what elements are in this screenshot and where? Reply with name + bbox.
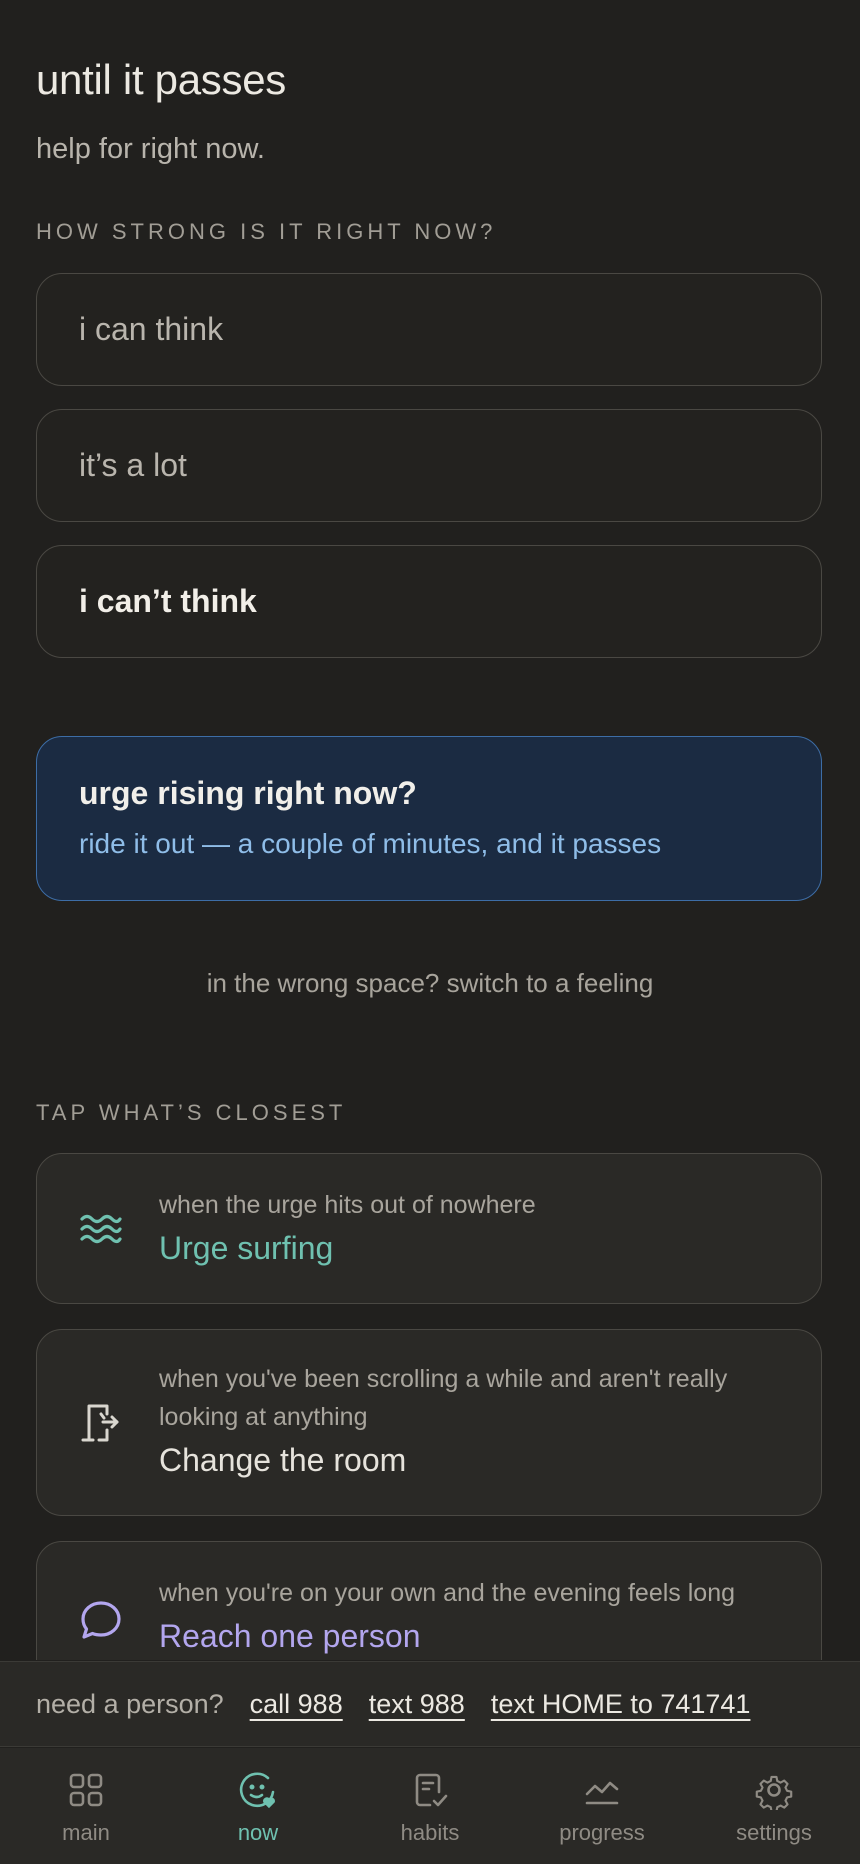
tools-section-label: TAP WHAT’S CLOSEST — [36, 1100, 347, 1125]
tab-label: main — [62, 1820, 110, 1845]
tab-progress[interactable]: progress — [516, 1748, 688, 1864]
strength-option-a-lot[interactable]: it’s a lot — [36, 409, 822, 522]
tool-name: Change the room — [159, 1442, 407, 1478]
tool-card-change-the-room[interactable]: when you've been scrolling a while and a… — [36, 1329, 822, 1516]
tab-label: now — [237, 1820, 279, 1845]
tool-card-reach-one-person[interactable]: when you're on your own and the evening … — [36, 1541, 822, 1660]
strength-option-can-think[interactable]: i can think — [36, 273, 822, 386]
now-screen: until it passes help for right now. HOW … — [0, 0, 860, 1660]
tab-now[interactable]: now — [172, 1748, 344, 1864]
tool-hint: when you're on your own and the evening … — [159, 1579, 736, 1607]
bottom-tab-bar: main now habits progress settings — [0, 1748, 860, 1864]
strength-section-label: HOW STRONG IS IT RIGHT NOW? — [36, 219, 497, 244]
face-heart-icon — [239, 1772, 275, 1809]
tab-label: settings — [736, 1820, 812, 1845]
waves-icon — [79, 1207, 123, 1251]
tab-settings[interactable]: settings — [688, 1748, 860, 1864]
call-988-link[interactable]: call 988 — [250, 1689, 343, 1720]
tool-card-urge-surfing[interactable]: when the urge hits out of nowhere Urge s… — [36, 1153, 822, 1304]
trend-icon — [585, 1781, 619, 1805]
tool-name: Urge surfing — [159, 1230, 334, 1266]
crisis-lead: need a person? — [36, 1688, 224, 1719]
tab-habits[interactable]: habits — [344, 1748, 516, 1864]
tab-label: habits — [400, 1820, 460, 1845]
text-home-link[interactable]: text HOME to 741741 — [491, 1689, 751, 1720]
strength-option-label: i can’t think — [79, 583, 257, 619]
strength-option-label: i can think — [79, 311, 224, 347]
strength-option-cant-think[interactable]: i can’t think — [36, 545, 822, 658]
tab-label: progress — [559, 1820, 645, 1845]
door-exit-icon — [79, 1400, 123, 1444]
urge-card-title: urge rising right now? — [79, 775, 417, 811]
page-title: until it passes — [36, 56, 286, 103]
urge-rising-card[interactable]: urge rising right now? ride it out — a c… — [36, 736, 822, 901]
strength-option-label: it’s a lot — [79, 447, 187, 483]
tool-name: Reach one person — [159, 1618, 421, 1654]
switch-to-feeling-link[interactable]: in the wrong space? switch to a feeling — [0, 968, 860, 999]
chat-bubble-icon — [79, 1598, 123, 1642]
tool-hint: when the urge hits out of nowhere — [159, 1191, 536, 1219]
page-subtitle: help for right now. — [36, 133, 265, 165]
gear-icon — [755, 1775, 793, 1810]
urge-card-subtitle: ride it out — a couple of minutes, and i… — [79, 828, 662, 859]
text-988-link[interactable]: text 988 — [369, 1689, 465, 1720]
checklist-icon — [415, 1773, 448, 1807]
tab-main[interactable]: main — [0, 1748, 172, 1864]
grid-icon — [69, 1773, 103, 1807]
crisis-bar: need a person? call 988 text 988 text HO… — [0, 1661, 860, 1747]
tool-hint: when you've been scrolling a while and a… — [159, 1365, 728, 1431]
